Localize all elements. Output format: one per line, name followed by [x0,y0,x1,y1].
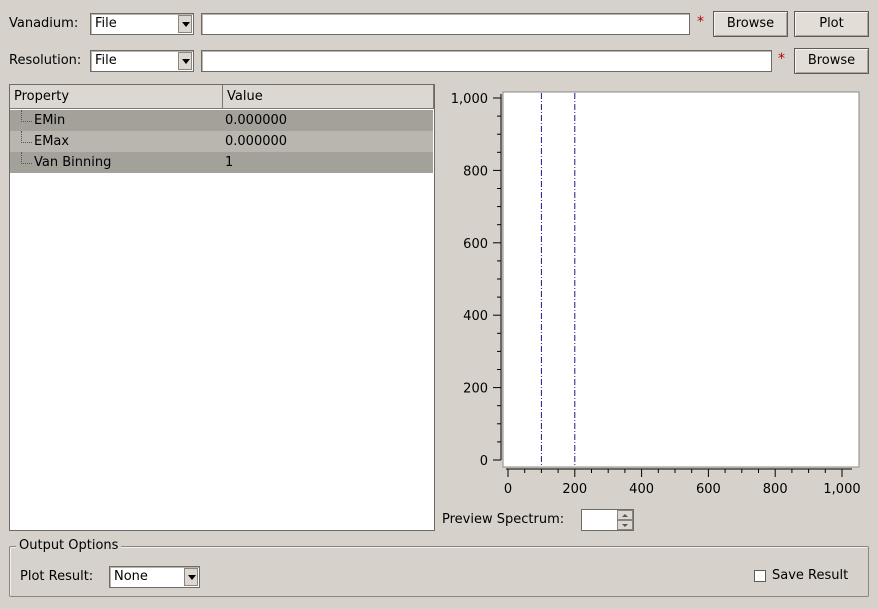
property-row-van-binning[interactable]: Van Binning 1 [10,152,433,173]
y-tick-label: 600 [463,237,488,252]
property-name: EMax [34,134,70,149]
chevron-down-icon [184,568,198,586]
plot-canvas [502,91,860,468]
property-value[interactable]: 0.000000 [225,110,287,131]
resolution-label: Resolution: [9,53,82,68]
preview-spectrum-spinbox[interactable] [581,509,634,531]
resolution-browse-button[interactable]: Browse [794,48,869,74]
preview-spectrum-label: Preview Spectrum: [442,512,565,527]
tree-branch-line [21,110,32,122]
save-result-label[interactable]: Save Result [772,567,848,585]
x-tick-label: 0 [504,482,512,497]
property-value[interactable]: 0.000000 [225,131,287,152]
vanadium-type-select[interactable]: File [90,13,194,35]
chevron-down-icon [178,52,192,70]
y-tick-label: 400 [463,309,488,324]
resolution-required-mark: * [778,51,785,67]
spin-down-icon[interactable] [617,520,633,530]
property-column-header[interactable]: Property [10,85,223,109]
vanadium-label: Vanadium: [9,16,79,31]
chevron-down-icon [178,15,192,33]
y-tick-label: 1,000 [451,92,488,107]
property-row-emin[interactable]: EMin 0.000000 [10,110,433,131]
plot-result-value: None [114,569,148,584]
property-tree[interactable]: Property Value EMin 0.000000 EMax 0.0000… [9,84,435,531]
vanadium-required-mark: * [697,14,704,30]
tree-branch-line [21,131,32,143]
plot-result-select[interactable]: None [109,566,200,588]
x-tick-label: 1,000 [823,482,860,497]
property-row-emax[interactable]: EMax 0.000000 [10,131,433,152]
y-tick-label: 0 [480,454,488,469]
plot-result-label: Plot Result: [20,569,94,584]
save-result-checkbox[interactable] [754,570,766,582]
property-name: Van Binning [34,155,112,170]
vanadium-file-input[interactable] [201,13,690,35]
resolution-type-select[interactable]: File [90,50,194,72]
x-tick-label: 400 [629,482,654,497]
spin-up-icon[interactable] [617,510,633,520]
x-tick-label: 600 [696,482,721,497]
property-name: EMin [34,113,66,128]
plot-button[interactable]: Plot [794,11,869,37]
x-tick-label: 800 [763,482,788,497]
property-value[interactable]: 1 [225,152,233,173]
resolution-type-value: File [95,53,117,68]
y-tick-label: 800 [463,164,488,179]
tree-branch-line [21,152,32,164]
preview-plot[interactable]: 0 200 400 600 800 1,000 0 200 400 600 800 1,000 [440,84,870,504]
vanadium-type-value: File [95,16,117,31]
vanadium-browse-button[interactable]: Browse [713,11,788,37]
value-column-header[interactable]: Value [223,85,434,109]
y-tick-label: 200 [463,382,488,397]
x-tick-label: 200 [562,482,587,497]
resolution-file-input[interactable] [201,50,772,72]
output-options-title: Output Options [16,537,122,555]
